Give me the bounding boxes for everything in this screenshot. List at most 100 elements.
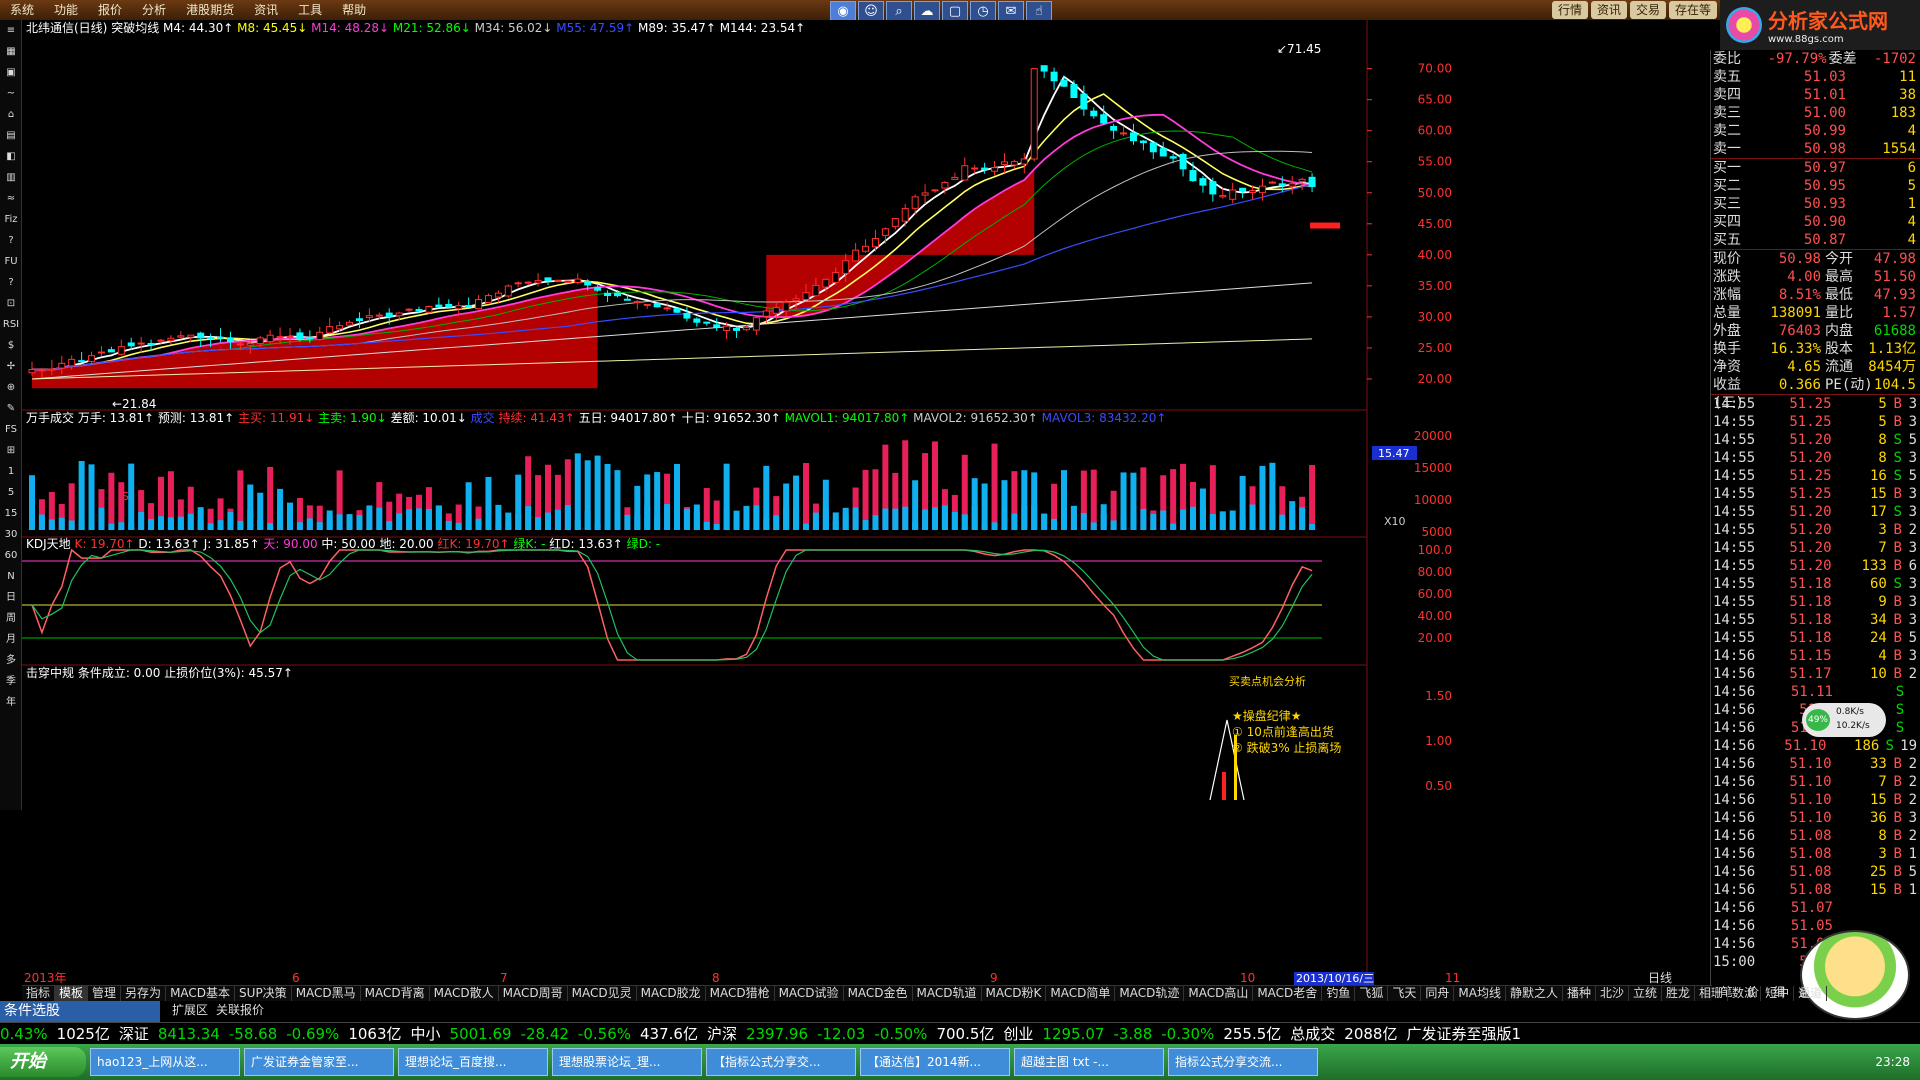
indicator-tab-8[interactable]: MACD散人: [430, 986, 499, 1001]
taskbar-item-5[interactable]: 【通达信】2014新...: [860, 1048, 1010, 1076]
indicator-tab-25[interactable]: MA均线: [1454, 986, 1506, 1001]
menu-item-1[interactable]: 功能: [44, 0, 88, 20]
indicator-tab-23[interactable]: 飞天: [1388, 986, 1422, 1001]
candle-body: [971, 167, 979, 170]
indicator-tab-0[interactable]: 指标: [22, 986, 56, 1001]
left-tool-10[interactable]: ?: [1, 231, 21, 251]
indicator-tab-1[interactable]: 模板: [55, 986, 89, 1001]
chart-panel[interactable]: 北纬通信(日线) 突破均线 M4: 44.30↑ M8: 45.45↓ M14:…: [22, 20, 1710, 985]
taskbar-item-1[interactable]: 广发证券金管家至...: [244, 1048, 394, 1076]
taskbar-item-4[interactable]: 【指标公式分享交...: [706, 1048, 856, 1076]
left-tool-32[interactable]: 年: [1, 693, 21, 713]
indicator-tab-12[interactable]: MACD猎枪: [706, 986, 775, 1001]
menu-item-4[interactable]: 港股期货: [176, 0, 244, 20]
top-tab-3[interactable]: 存在等: [1669, 1, 1718, 19]
tick-count: 5: [1908, 468, 1917, 484]
menu-item-7[interactable]: 帮助: [332, 0, 376, 20]
left-tool-21[interactable]: 1: [1, 462, 21, 482]
menu-item-3[interactable]: 分析: [132, 0, 176, 20]
left-tool-7[interactable]: ▥: [1, 168, 21, 188]
indicator-tab-7[interactable]: MACD背离: [361, 986, 430, 1001]
taskbar-item-7[interactable]: 指标公式分享交流...: [1168, 1048, 1318, 1076]
left-tool-25[interactable]: 60: [1, 546, 21, 566]
kdj-axis-tick: 80.00: [1418, 565, 1452, 579]
indicator-tab-32[interactable]: 数派: [1728, 986, 1762, 1001]
left-tool-6[interactable]: ◧: [1, 147, 21, 167]
left-tool-15[interactable]: $: [1, 336, 21, 356]
left-tool-1[interactable]: ▦: [1, 42, 21, 62]
left-tool-16[interactable]: ✢: [1, 357, 21, 377]
indicator-tab-28[interactable]: 北沙: [1596, 986, 1629, 1001]
left-tool-4[interactable]: ⌂: [1, 105, 21, 125]
top-tab-0[interactable]: 行情: [1552, 1, 1589, 19]
indicator-tab-29[interactable]: 立统: [1629, 986, 1663, 1001]
left-tool-28[interactable]: 周: [1, 609, 21, 629]
left-tool-0[interactable]: ≡: [1, 21, 21, 41]
indicator-tab-4[interactable]: MACD基本: [166, 986, 236, 1001]
indicator-tab-15[interactable]: MACD轨道: [913, 986, 982, 1001]
indicator-tab-11[interactable]: MACD胶龙: [637, 986, 706, 1001]
left-tool-17[interactable]: ⊕: [1, 378, 21, 398]
indicator-tab-22[interactable]: 飞狐: [1355, 986, 1389, 1001]
menu-item-6[interactable]: 工具: [288, 0, 332, 20]
indicator-tab-10[interactable]: MACD见灵: [568, 986, 637, 1001]
left-tool-24[interactable]: 30: [1, 525, 21, 545]
indicator-tab-18[interactable]: MACD轨迹: [1115, 986, 1185, 1001]
indicator-tab-13[interactable]: MACD试验: [775, 986, 844, 1001]
start-button[interactable]: 开始: [0, 1047, 86, 1077]
left-tool-26[interactable]: N: [1, 567, 21, 587]
indicator-tab-26[interactable]: 静默之人: [1506, 986, 1563, 1001]
left-tool-11[interactable]: FU: [1, 252, 21, 272]
tick-row: 14:55 51.18 60 S 3: [1711, 575, 1920, 593]
left-tool-9[interactable]: Fiz: [1, 210, 21, 230]
indicator-tab-30[interactable]: 胜龙: [1662, 986, 1696, 1001]
indicator-tab-16[interactable]: MACD粉K: [982, 986, 1047, 1001]
top-tab-2[interactable]: 交易: [1630, 1, 1667, 19]
left-tool-18[interactable]: ✎: [1, 399, 21, 419]
left-tool-20[interactable]: ⊞: [1, 441, 21, 461]
left-tool-30[interactable]: 多: [1, 651, 21, 671]
indicator-tab-24[interactable]: 同舟: [1421, 986, 1455, 1001]
left-tool-19[interactable]: FS: [1, 420, 21, 440]
left-tool-22[interactable]: 5: [1, 483, 21, 503]
indicator-tab-20[interactable]: MACD老舍: [1253, 986, 1323, 1001]
left-tool-13[interactable]: ⊡: [1, 294, 21, 314]
indicator-tab-17[interactable]: MACD简单: [1046, 986, 1116, 1001]
indicator-tab-31[interactable]: 相珊: [1695, 986, 1729, 1001]
left-tool-2[interactable]: ▣: [1, 63, 21, 83]
volume-inner-bar: [1279, 514, 1286, 530]
taskbar-item-3[interactable]: 理想股票论坛_理...: [552, 1048, 702, 1076]
indicator-tab-14[interactable]: MACD金色: [844, 986, 913, 1001]
taskbar-item-6[interactable]: 超越主图 txt -...: [1014, 1048, 1164, 1076]
left-tool-8[interactable]: ≈: [1, 189, 21, 209]
left-tool-14[interactable]: RSI: [1, 315, 21, 335]
taskbar-item-2[interactable]: 理想论坛_百度搜...: [398, 1048, 548, 1076]
left-tool-5[interactable]: ▤: [1, 126, 21, 146]
menu-item-5[interactable]: 资讯: [244, 0, 288, 20]
taskbar-item-0[interactable]: hao123_上网从这...: [90, 1048, 240, 1076]
indicator-tab-3[interactable]: 另存为: [121, 986, 167, 1001]
indicator-tab-27[interactable]: 播种: [1563, 986, 1596, 1001]
chart-canvas[interactable]: 北纬通信(日线) 突破均线 M4: 44.30↑ M8: 45.45↓ M14:…: [22, 20, 1710, 985]
left-tool-29[interactable]: 月: [1, 630, 21, 650]
sub-tab-1[interactable]: 关联报价: [216, 1001, 264, 1018]
indicator-tab-19[interactable]: MACD高山: [1184, 986, 1254, 1001]
indicator-tab-9[interactable]: MACD周哥: [499, 986, 568, 1001]
sub-tab-0[interactable]: 扩展区: [172, 1001, 208, 1018]
indicator-tab-34[interactable]: 通道: [1794, 986, 1828, 1001]
indicator-tab-5[interactable]: SUP决策: [235, 986, 292, 1001]
top-tab-1[interactable]: 资讯: [1591, 1, 1628, 19]
left-tool-12[interactable]: ?: [1, 273, 21, 293]
indicator-tab-6[interactable]: MACD黑马: [292, 986, 361, 1001]
menu-item-0[interactable]: 系统: [0, 0, 44, 20]
indicator-tab-2[interactable]: 管理: [88, 986, 122, 1001]
candle-body: [613, 292, 621, 297]
indicator-tab-33[interactable]: 短中: [1761, 986, 1795, 1001]
left-tool-31[interactable]: 季: [1, 672, 21, 692]
candle-body: [961, 165, 969, 181]
indicator-tab-21[interactable]: 钓鱼: [1322, 986, 1356, 1001]
left-tool-3[interactable]: ~: [1, 84, 21, 104]
left-tool-27[interactable]: 日: [1, 588, 21, 608]
menu-item-2[interactable]: 报价: [88, 0, 132, 20]
left-tool-23[interactable]: 15: [1, 504, 21, 524]
